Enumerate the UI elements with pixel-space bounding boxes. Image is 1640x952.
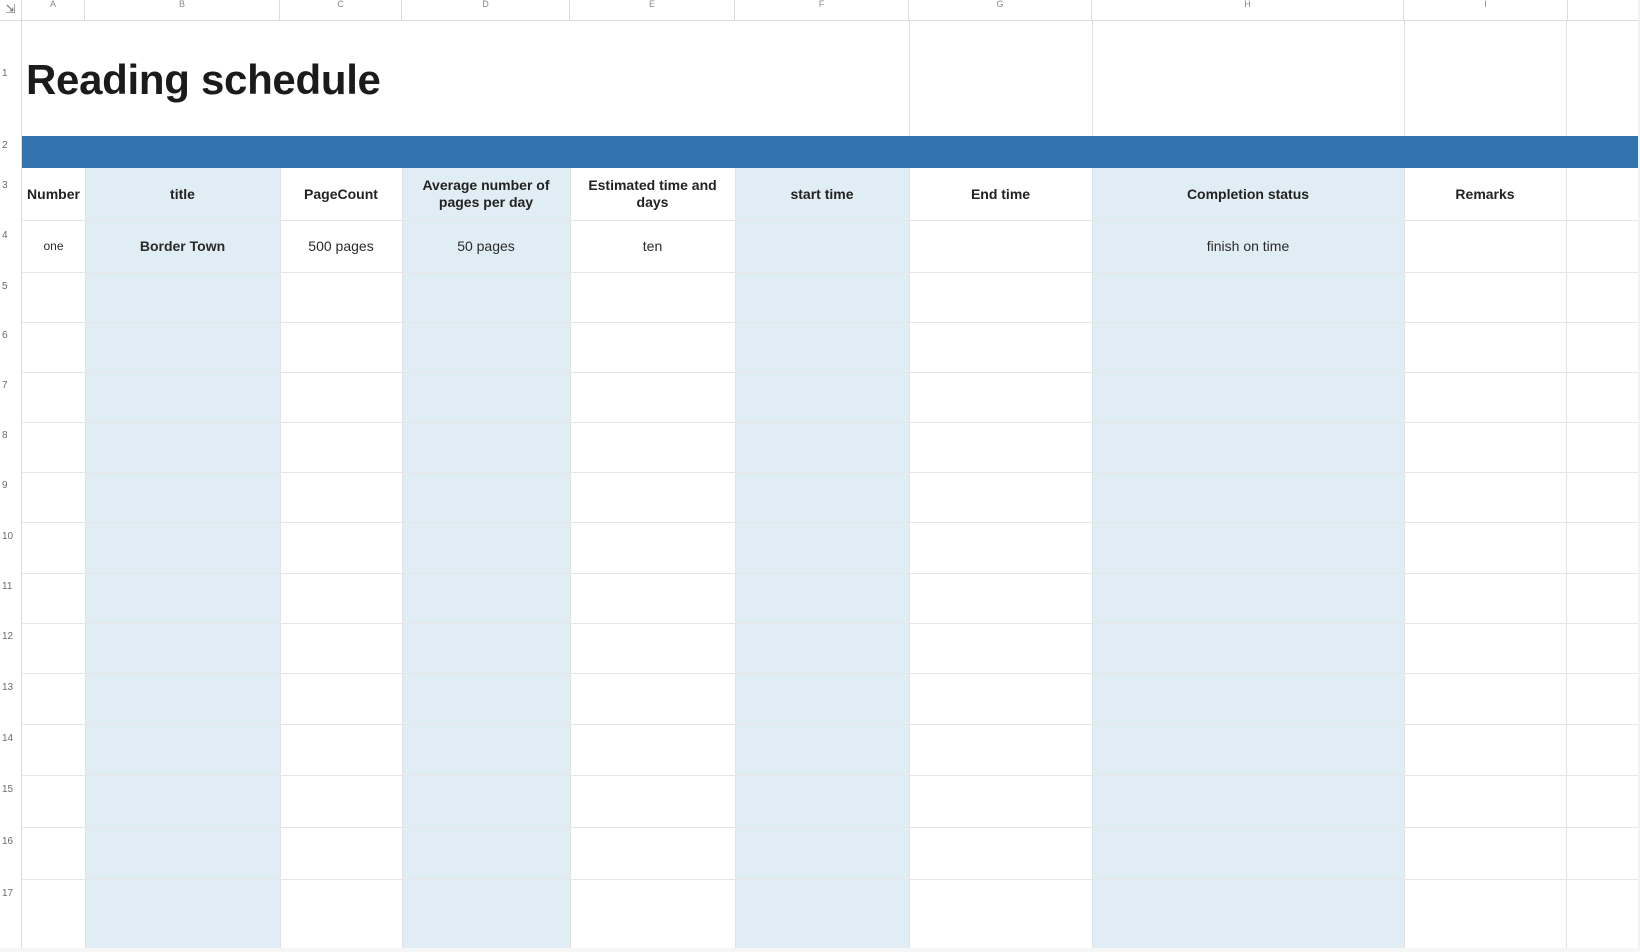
- row-header[interactable]: 14: [0, 733, 14, 744]
- row-header-bar: 1 2 3 4 5 6 7 8 9 10 11 12 13 14 15 16 1…: [0, 20, 22, 952]
- spreadsheet: ⇲ A B C D E F G H I 1 2 3 4 5 6 7 8 9 10…: [0, 0, 1640, 952]
- cell-estimated-time[interactable]: ten: [570, 220, 735, 272]
- header-average-pages[interactable]: Average number of pages per day: [402, 168, 570, 220]
- sheet-title: Reading schedule: [26, 56, 381, 103]
- gridline: [22, 422, 1640, 423]
- column-header-f[interactable]: F: [735, 0, 909, 20]
- row-header[interactable]: 15: [0, 784, 14, 795]
- column-header-e[interactable]: E: [570, 0, 735, 20]
- gridline: [22, 724, 1640, 725]
- column-header-b[interactable]: B: [85, 0, 280, 20]
- gridline: [22, 623, 1640, 624]
- gridline: [735, 168, 736, 952]
- gridline: [22, 322, 1640, 323]
- gridline: [85, 168, 86, 952]
- row-header[interactable]: 3: [0, 180, 14, 191]
- column-band-b: [85, 168, 280, 952]
- cell-end-time[interactable]: [909, 220, 1092, 272]
- row-header[interactable]: 5: [0, 281, 14, 292]
- gridline: [402, 168, 403, 952]
- gridline: [22, 573, 1640, 574]
- header-remarks[interactable]: Remarks: [1404, 168, 1566, 220]
- cell-number[interactable]: one: [22, 220, 85, 272]
- header-end-time[interactable]: End time: [909, 168, 1092, 220]
- gridline: [22, 272, 1640, 273]
- cell-start-time[interactable]: [735, 220, 909, 272]
- column-band-d: [402, 168, 570, 952]
- row-header[interactable]: 1: [0, 68, 14, 79]
- cell-remarks[interactable]: [1404, 220, 1566, 272]
- header-completion-status[interactable]: Completion status: [1092, 168, 1404, 220]
- row-header[interactable]: 12: [0, 631, 14, 642]
- row-header[interactable]: 4: [0, 230, 14, 241]
- row-header[interactable]: 9: [0, 480, 14, 491]
- cell-average-pages[interactable]: 50 pages: [402, 220, 570, 272]
- header-start-time[interactable]: start time: [735, 168, 909, 220]
- row-header[interactable]: 2: [0, 140, 14, 151]
- cell-page-count[interactable]: 500 pages: [280, 220, 402, 272]
- gridline: [22, 879, 1640, 880]
- gridline: [280, 168, 281, 952]
- column-band-f: [735, 168, 909, 952]
- header-accent-bar: [22, 136, 1640, 168]
- row-header[interactable]: 17: [0, 888, 14, 899]
- column-band-h: [1092, 168, 1404, 952]
- column-header-h[interactable]: H: [1092, 0, 1404, 20]
- gridline: [22, 472, 1640, 473]
- row-header[interactable]: 7: [0, 380, 14, 391]
- gridline: [22, 372, 1640, 373]
- column-header-c[interactable]: C: [280, 0, 402, 20]
- column-header-a[interactable]: A: [22, 0, 85, 20]
- column-header-bar: ⇲ A B C D E F G H I: [0, 0, 1640, 21]
- column-header-d[interactable]: D: [402, 0, 570, 20]
- row-header[interactable]: 8: [0, 430, 14, 441]
- row-header[interactable]: 11: [0, 581, 14, 592]
- header-number[interactable]: Number: [22, 168, 85, 220]
- column-header-i[interactable]: I: [1404, 0, 1568, 20]
- gridline: [22, 827, 1640, 828]
- freeze-panes-icon[interactable]: ⇲: [0, 0, 22, 20]
- row-header[interactable]: 16: [0, 836, 14, 847]
- gridline: [22, 673, 1640, 674]
- cell-title[interactable]: Border Town: [85, 220, 280, 272]
- gridline: [570, 168, 571, 952]
- row-header[interactable]: 6: [0, 330, 14, 341]
- window-edge: [0, 948, 1640, 952]
- gridline: [22, 775, 1640, 776]
- header-title[interactable]: title: [85, 168, 280, 220]
- header-page-count[interactable]: PageCount: [280, 168, 402, 220]
- cell-completion-status[interactable]: finish on time: [1092, 220, 1404, 272]
- column-header-g[interactable]: G: [909, 0, 1092, 20]
- gridline: [22, 522, 1640, 523]
- row-header[interactable]: 10: [0, 531, 14, 542]
- cell-grid[interactable]: Reading schedule Number title PageCount …: [22, 20, 1640, 952]
- header-estimated-time[interactable]: Estimated time and days: [570, 168, 735, 220]
- row-header[interactable]: 13: [0, 682, 14, 693]
